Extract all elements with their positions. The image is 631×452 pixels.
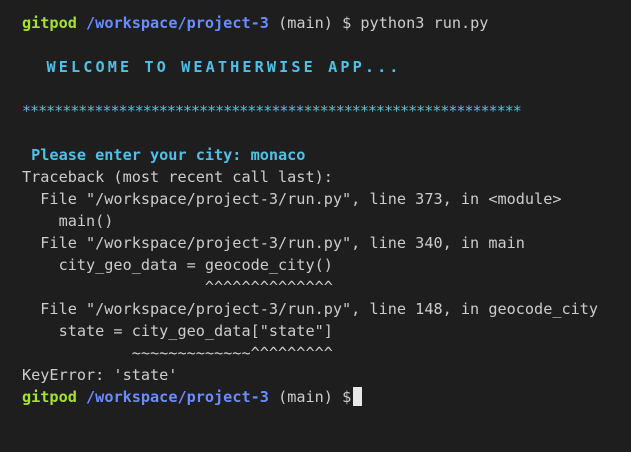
prompt-user: gitpod — [22, 14, 77, 32]
traceback-line: ~~~~~~~~~~~~~^^^^^^^^^ — [22, 344, 333, 362]
traceback-line: ^^^^^^^^^^^^^^ — [22, 278, 333, 296]
text-cursor[interactable] — [353, 387, 363, 406]
command-line: gitpod /workspace/project-3 (main) $ pyt… — [22, 12, 631, 34]
traceback-line: File "/workspace/project-3/run.py", line… — [22, 190, 562, 208]
command-text: python3 run.py — [360, 14, 489, 32]
city-prompt: Please enter your city: monaco — [22, 146, 306, 164]
active-prompt-line[interactable]: gitpod /workspace/project-3 (main) $ — [22, 386, 631, 408]
prompt-path: /workspace/project-3 — [86, 14, 269, 32]
prompt-branch: (main) — [278, 388, 333, 406]
welcome-banner: WELCOME TO WEATHERWISE APP... — [22, 58, 402, 76]
traceback-line: main() — [22, 212, 114, 230]
prompt-symbol: $ — [342, 388, 352, 406]
traceback-header: Traceback (most recent call last): — [22, 168, 333, 186]
traceback-line: state = city_geo_data["state"] — [22, 322, 333, 340]
terminal-window[interactable]: gitpod /workspace/project-3 (main) $ pyt… — [0, 0, 631, 452]
traceback-line: File "/workspace/project-3/run.py", line… — [22, 300, 599, 318]
prompt-branch: (main) — [278, 14, 333, 32]
traceback-line: city_geo_data = geocode_city() — [22, 256, 333, 274]
traceback-line: File "/workspace/project-3/run.py", line… — [22, 234, 525, 252]
prompt-user: gitpod — [22, 388, 77, 406]
star-divider: ****************************************… — [22, 102, 522, 120]
prompt-symbol: $ — [342, 14, 352, 32]
error-message: KeyError: 'state' — [22, 366, 178, 384]
prompt-path: /workspace/project-3 — [86, 388, 269, 406]
